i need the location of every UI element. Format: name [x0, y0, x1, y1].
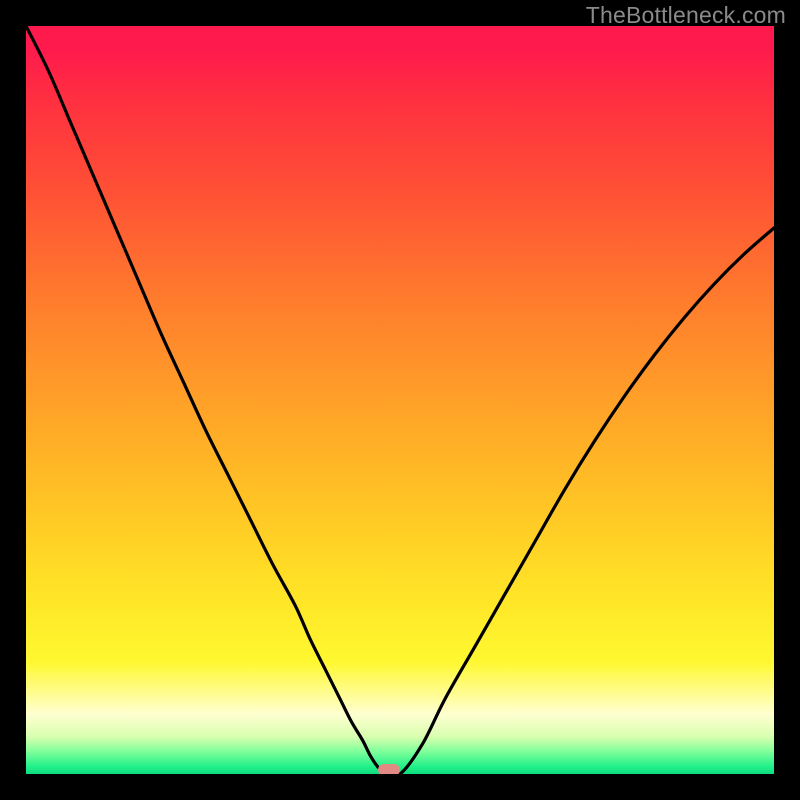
bottleneck-curve — [26, 26, 774, 774]
chart-frame: TheBottleneck.com — [0, 0, 800, 800]
curve-path — [26, 26, 774, 774]
plot-area — [26, 26, 774, 774]
minimum-marker — [378, 764, 400, 774]
watermark-text: TheBottleneck.com — [586, 2, 786, 29]
